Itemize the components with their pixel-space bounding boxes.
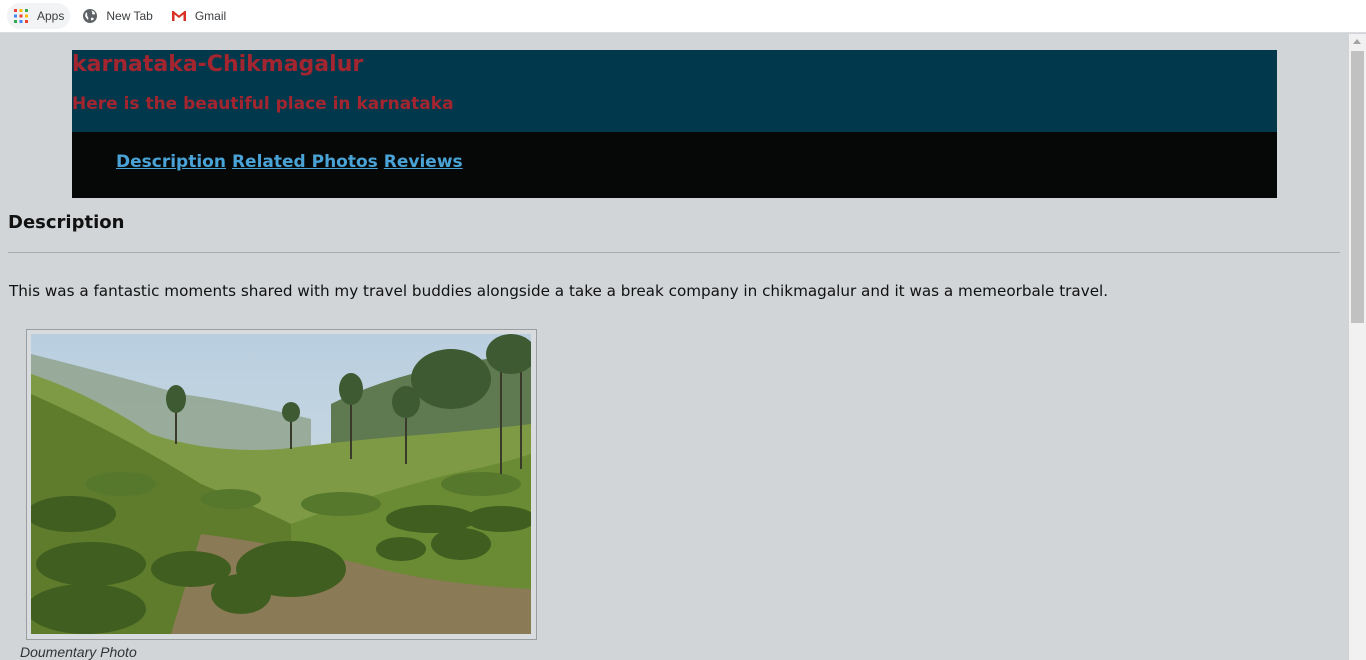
photo-caption: Doumentary Photo	[20, 644, 137, 660]
vertical-scrollbar[interactable]	[1349, 34, 1366, 660]
apps-bookmark[interactable]: Apps	[7, 3, 71, 29]
nav-links: Description Related Photos Reviews	[116, 152, 463, 172]
globe-icon	[82, 8, 98, 24]
nav-link-description[interactable]: Description	[116, 152, 226, 172]
new-tab-bookmark[interactable]: New Tab	[76, 3, 158, 29]
photo-frame	[26, 329, 537, 640]
bookmarks-bar: Apps New Tab Gmail	[0, 0, 1366, 33]
gmail-label: Gmail	[194, 9, 227, 23]
site-title: karnataka-Chikmagalur	[72, 52, 364, 77]
nav-link-reviews[interactable]: Reviews	[384, 152, 463, 172]
apps-label: Apps	[37, 9, 65, 23]
section-heading: Description	[8, 212, 125, 233]
gmail-bookmark[interactable]: Gmail	[165, 3, 232, 29]
new-tab-label: New Tab	[106, 9, 153, 23]
tea-plantation-photo	[31, 334, 531, 634]
nav-link-related-photos[interactable]: Related Photos	[232, 152, 378, 172]
page-viewport: karnataka-Chikmagalur Here is the beauti…	[0, 34, 1349, 660]
site-header: karnataka-Chikmagalur Here is the beauti…	[72, 50, 1277, 132]
nav-bar: Description Related Photos Reviews	[72, 132, 1277, 198]
scroll-up-arrow-icon[interactable]	[1353, 39, 1361, 44]
description-text: This was a fantastic moments shared with…	[9, 282, 1109, 300]
scroll-thumb[interactable]	[1351, 51, 1364, 323]
apps-grid-icon	[13, 8, 29, 24]
site-subtitle: Here is the beautiful place in karnataka	[72, 94, 454, 114]
gmail-icon	[171, 8, 187, 24]
section-divider	[8, 252, 1340, 253]
